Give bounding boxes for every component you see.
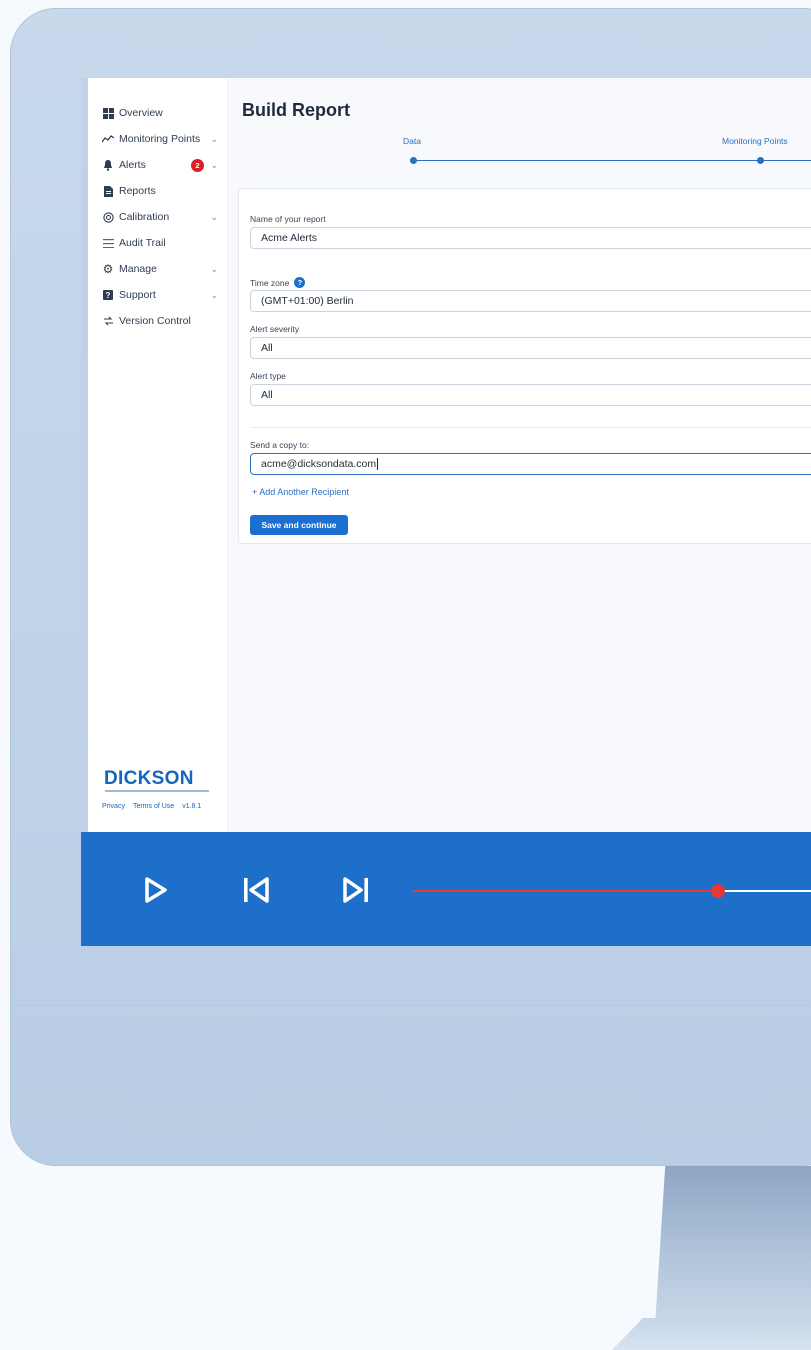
sidebar-item-label: Reports bbox=[119, 185, 156, 197]
sidebar-footer: Privacy Terms of Use v1.8.1 bbox=[102, 803, 201, 810]
monitor-base bbox=[612, 1318, 811, 1350]
sidebar-item-label: Version Control bbox=[119, 315, 191, 327]
monitor-chin-divider bbox=[10, 1005, 811, 1006]
gear-icon: ⚙ bbox=[102, 262, 114, 276]
step-data-label[interactable]: Data bbox=[403, 136, 421, 146]
send-copy-email-value: acme@dicksondata.com bbox=[261, 458, 377, 470]
report-form-card: Name of your report Acme Alerts Time zon… bbox=[238, 188, 811, 544]
document-icon bbox=[102, 185, 114, 197]
sidebar-item-reports[interactable]: Reports bbox=[102, 182, 218, 200]
sidebar-item-calibration[interactable]: Calibration ⌄ bbox=[102, 208, 218, 226]
bell-icon bbox=[102, 159, 114, 171]
screen-bezel bbox=[81, 78, 88, 946]
help-icon: ? bbox=[102, 289, 114, 301]
sidebar-item-label: Manage bbox=[119, 263, 157, 275]
app-screen: Overview Monitoring Points ⌄ Alerts 2 ⌄ … bbox=[88, 78, 811, 832]
sidebar: Overview Monitoring Points ⌄ Alerts 2 ⌄ … bbox=[88, 78, 228, 832]
privacy-link[interactable]: Privacy bbox=[102, 803, 125, 810]
main-content: Build Report Data Monitoring Points Name… bbox=[228, 78, 811, 832]
step-monitoring-points-dot[interactable] bbox=[757, 157, 764, 164]
sidebar-item-label: Support bbox=[119, 289, 156, 301]
chart-line-icon bbox=[102, 133, 114, 145]
skip-back-button[interactable] bbox=[241, 874, 271, 906]
chevron-down-icon[interactable]: ⌄ bbox=[210, 264, 218, 275]
save-and-continue-button[interactable]: Save and continue bbox=[250, 515, 348, 535]
sidebar-item-label: Overview bbox=[119, 107, 163, 119]
skip-back-icon bbox=[244, 877, 269, 903]
terms-link[interactable]: Terms of Use bbox=[133, 803, 174, 810]
version-icon bbox=[102, 315, 114, 327]
play-button[interactable] bbox=[141, 874, 171, 906]
chevron-down-icon[interactable]: ⌄ bbox=[210, 290, 218, 301]
help-icon[interactable]: ? bbox=[294, 277, 306, 288]
alert-type-label: Alert type bbox=[250, 371, 286, 381]
step-monitoring-points-label[interactable]: Monitoring Points bbox=[722, 136, 788, 146]
monitor-stand bbox=[655, 1166, 811, 1326]
stepper-line bbox=[413, 160, 811, 161]
alerts-count-badge: 2 bbox=[191, 158, 204, 172]
timezone-select[interactable]: (GMT+01:00) Berlin bbox=[250, 290, 811, 312]
alert-severity-label: Alert severity bbox=[250, 324, 300, 334]
report-name-label: Name of your report bbox=[250, 214, 326, 224]
version-label: v1.8.1 bbox=[182, 803, 202, 810]
sidebar-item-label: Monitoring Points bbox=[119, 133, 201, 145]
sidebar-item-overview[interactable]: Overview bbox=[102, 104, 218, 122]
sidebar-item-label: Alerts bbox=[119, 159, 146, 171]
dashboard-icon bbox=[102, 107, 114, 119]
dickson-logo: DICKSON bbox=[104, 768, 194, 789]
sidebar-item-label: Audit Trail bbox=[119, 237, 166, 249]
page-title: Build Report bbox=[242, 100, 350, 120]
chevron-down-icon[interactable]: ⌄ bbox=[210, 212, 218, 223]
chevron-down-icon[interactable]: ⌄ bbox=[210, 134, 218, 145]
sidebar-item-alerts[interactable]: Alerts 2 ⌄ bbox=[102, 156, 218, 174]
sidebar-item-support[interactable]: ? Support ⌄ bbox=[102, 286, 218, 304]
sidebar-item-audit-trail[interactable]: Audit Trail bbox=[102, 234, 218, 252]
skip-forward-button[interactable] bbox=[341, 874, 371, 906]
skip-forward-icon bbox=[343, 877, 368, 903]
list-icon bbox=[102, 237, 114, 249]
sidebar-item-label: Calibration bbox=[119, 211, 170, 223]
timezone-label: Time zone ? bbox=[250, 277, 306, 288]
sidebar-item-monitoring-points[interactable]: Monitoring Points ⌄ bbox=[102, 130, 218, 148]
send-copy-label: Send a copy to: bbox=[250, 440, 310, 450]
alert-severity-select[interactable]: All bbox=[250, 337, 811, 359]
send-copy-email-input[interactable]: acme@dicksondata.com bbox=[250, 453, 811, 475]
step-data-dot[interactable] bbox=[410, 157, 417, 164]
progress-thumb[interactable] bbox=[711, 884, 725, 898]
progress-remaining[interactable] bbox=[718, 890, 811, 892]
form-divider bbox=[250, 427, 811, 428]
timezone-label-text: Time zone bbox=[250, 277, 290, 288]
video-player-bar bbox=[81, 832, 811, 946]
logo-tagline-bar bbox=[105, 790, 209, 792]
add-recipient-link[interactable]: + Add Another Recipient bbox=[252, 487, 349, 497]
play-icon bbox=[145, 877, 167, 903]
report-name-input[interactable]: Acme Alerts bbox=[250, 227, 811, 249]
alert-type-select[interactable]: All bbox=[250, 384, 811, 406]
calibration-icon bbox=[102, 211, 114, 223]
chevron-down-icon[interactable]: ⌄ bbox=[210, 160, 218, 171]
sidebar-item-version-control[interactable]: Version Control bbox=[102, 312, 218, 330]
text-caret bbox=[377, 458, 379, 470]
sidebar-item-manage[interactable]: ⚙ Manage ⌄ bbox=[102, 260, 218, 278]
progress-played[interactable] bbox=[413, 890, 718, 892]
